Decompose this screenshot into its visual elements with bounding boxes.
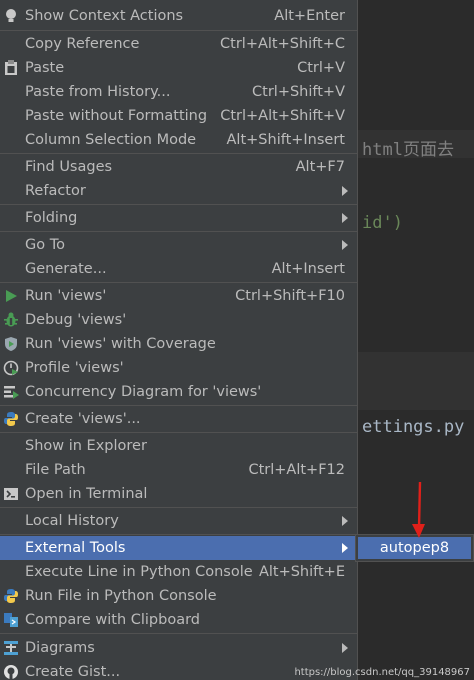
menu-item-profile-views[interactable]: Profile 'views' <box>0 356 357 380</box>
menu-item-concurrency-diagram[interactable]: Concurrency Diagram for 'views' <box>0 380 357 404</box>
menu-item-run-file-in-python-console[interactable]: Run File in Python Console <box>0 584 357 608</box>
menu-item-diagrams[interactable]: Diagrams <box>0 636 357 660</box>
menu-item-local-history[interactable]: Local History <box>0 509 357 533</box>
menu-separator <box>0 534 357 535</box>
menu-separator <box>0 231 357 232</box>
menu-separator <box>0 30 357 31</box>
concurrency-icon <box>3 384 19 400</box>
terminal-icon <box>3 486 19 502</box>
menu-item-folding[interactable]: Folding <box>0 206 357 230</box>
menu-separator <box>0 282 357 283</box>
watermark: https://blog.csdn.net/qq_39148967 <box>294 667 470 678</box>
chevron-right-icon <box>342 213 348 223</box>
profile-icon <box>3 360 19 376</box>
github-icon <box>3 664 19 680</box>
menu-item-paste[interactable]: Paste Ctrl+V <box>0 56 357 80</box>
menu-item-debug-views[interactable]: Debug 'views' <box>0 308 357 332</box>
menu-item-show-in-explorer[interactable]: Show in Explorer <box>0 434 357 458</box>
clipboard-icon <box>3 60 19 76</box>
submenu-item-autopep8[interactable]: autopep8 <box>358 537 471 559</box>
chevron-right-icon <box>342 643 348 653</box>
menu-item-execute-line-in-python-console[interactable]: Execute Line in Python Console Alt+Shift… <box>0 560 357 584</box>
run-icon <box>3 288 19 304</box>
menu-item-copy-reference[interactable]: Copy Reference Ctrl+Alt+Shift+C <box>0 32 357 56</box>
python-icon <box>3 588 19 604</box>
coverage-icon <box>3 336 19 352</box>
menu-separator <box>0 507 357 508</box>
menu-item-refactor[interactable]: Refactor <box>0 179 357 203</box>
compare-icon <box>3 612 19 628</box>
menu-item-go-to[interactable]: Go To <box>0 233 357 257</box>
editor-line: id') <box>362 213 403 233</box>
menu-item-compare-with-clipboard[interactable]: Compare with Clipboard <box>0 608 357 632</box>
chevron-right-icon <box>342 543 348 553</box>
menu-item-open-in-terminal[interactable]: Open in Terminal <box>0 482 357 506</box>
menu-separator <box>0 432 357 433</box>
editor-line: html页面去 <box>362 140 454 160</box>
context-menu: Show Context Actions Alt+Enter Copy Refe… <box>0 0 358 680</box>
chevron-right-icon <box>342 240 348 250</box>
diagram-icon <box>3 640 19 656</box>
menu-item-create-views[interactable]: Create 'views'... <box>0 407 357 431</box>
editor-highlight-band <box>358 352 474 410</box>
red-arrow-annotation <box>412 481 425 538</box>
chevron-right-icon <box>342 516 348 526</box>
menu-item-generate[interactable]: Generate... Alt+Insert <box>0 257 357 281</box>
lightbulb-icon <box>3 8 19 24</box>
chevron-right-icon <box>342 186 348 196</box>
menu-item-file-path[interactable]: File Path Ctrl+Alt+F12 <box>0 458 357 482</box>
menu-item-find-usages[interactable]: Find Usages Alt+F7 <box>0 155 357 179</box>
menu-item-run-views[interactable]: Run 'views' Ctrl+Shift+F10 <box>0 284 357 308</box>
menu-item-show-context-actions[interactable]: Show Context Actions Alt+Enter <box>0 4 357 28</box>
menu-item-column-selection-mode[interactable]: Column Selection Mode Alt+Shift+Insert <box>0 128 357 152</box>
menu-item-external-tools[interactable]: External Tools <box>0 536 357 560</box>
menu-separator <box>0 405 357 406</box>
python-icon <box>3 411 19 427</box>
menu-separator <box>0 633 357 634</box>
menu-separator <box>0 204 357 205</box>
menu-separator <box>0 153 357 154</box>
menu-item-run-with-coverage[interactable]: Run 'views' with Coverage <box>0 332 357 356</box>
menu-item-paste-without-formatting[interactable]: Paste without Formatting Ctrl+Alt+Shift+… <box>0 104 357 128</box>
menu-item-paste-from-history[interactable]: Paste from History... Ctrl+Shift+V <box>0 80 357 104</box>
editor-line: ettings.py <box>362 417 465 437</box>
debug-icon <box>3 312 19 328</box>
